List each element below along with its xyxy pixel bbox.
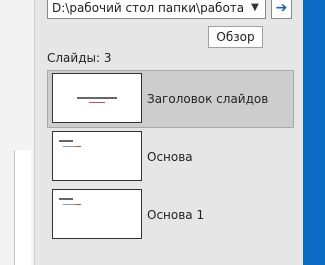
thumbnail-title-line bbox=[59, 140, 73, 142]
slide-item[interactable]: Основа 1 bbox=[47, 186, 294, 244]
thumbnail-title-line bbox=[59, 198, 73, 200]
slide-thumbnail bbox=[52, 73, 142, 123]
slide-thumbnail bbox=[52, 131, 142, 181]
reuse-slides-panel: D:\рабочий стол папки\работа\За ▼ ➔ Обзо… bbox=[35, 0, 303, 265]
slide-name: Основа 1 bbox=[147, 208, 205, 222]
left-pane bbox=[0, 0, 35, 265]
file-path-combobox[interactable]: D:\рабочий стол папки\работа\За ▼ bbox=[47, 0, 266, 19]
browse-button[interactable]: Обзор bbox=[208, 26, 263, 48]
thumbnail-body-line bbox=[63, 146, 75, 147]
file-path-value: D:\рабочий стол папки\работа\За bbox=[52, 1, 244, 15]
slide-item[interactable]: Основа bbox=[47, 128, 294, 186]
slide-thumbnail bbox=[52, 189, 142, 239]
chevron-down-icon[interactable]: ▼ bbox=[249, 0, 261, 18]
thumbnail-body-accent bbox=[75, 204, 81, 205]
thumbnail-body-line bbox=[63, 204, 75, 205]
slides-count-label: Слайды: 3 bbox=[47, 51, 112, 65]
thumbnail-title-line bbox=[77, 97, 117, 99]
slide-name: Основа bbox=[147, 150, 193, 164]
vertical-scrollbar[interactable] bbox=[14, 150, 31, 265]
go-button[interactable]: ➔ bbox=[271, 0, 292, 19]
slide-name: Заголовок слайдов bbox=[147, 92, 269, 106]
thumbnail-subtitle-line bbox=[89, 102, 105, 103]
slide-item[interactable]: Заголовок слайдов bbox=[47, 70, 294, 128]
accent-stripe bbox=[303, 0, 325, 265]
thumbnail-body-accent bbox=[75, 146, 81, 147]
arrow-right-icon: ➔ bbox=[275, 0, 288, 16]
